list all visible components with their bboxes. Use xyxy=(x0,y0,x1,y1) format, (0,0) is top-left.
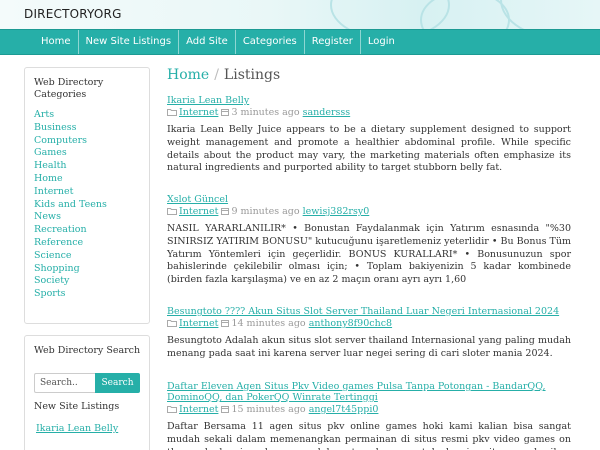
category-link-business[interactable]: Business xyxy=(34,122,149,135)
listing-title[interactable]: Xslot Güncel xyxy=(167,194,571,205)
listing-user[interactable]: lewisj382rsy0 xyxy=(303,206,370,217)
listing-category[interactable]: Internet xyxy=(179,206,218,217)
search-button[interactable]: Search xyxy=(95,373,140,393)
search-form: Search.. Search xyxy=(34,373,140,393)
listing-meta: Internet 14 minutes ago anthony8f90chc8 xyxy=(167,318,571,331)
folder-icon xyxy=(167,405,177,417)
search-title: Web Directory Search xyxy=(34,345,141,356)
listing-user[interactable]: angel7t45ppi0 xyxy=(309,404,379,415)
categories-title: Web Directory Categories xyxy=(34,77,104,100)
calendar-icon xyxy=(221,108,230,120)
nav-categories[interactable]: Categories xyxy=(236,30,305,54)
category-link-science[interactable]: Science xyxy=(34,250,149,263)
new-listings-title: New Site Listings xyxy=(34,401,120,412)
category-link-home[interactable]: Home xyxy=(34,173,149,186)
folder-icon xyxy=(167,207,177,219)
calendar-icon xyxy=(221,207,230,219)
listing-category[interactable]: Internet xyxy=(179,318,218,329)
listing-description: Besungtoto Adalah akun situs slot server… xyxy=(167,335,571,359)
calendar-icon xyxy=(221,405,230,417)
nav-add-site[interactable]: Add Site xyxy=(179,30,236,54)
category-link-sports[interactable]: Sports xyxy=(34,288,149,301)
search-panel: Web Directory Search Search.. Search New… xyxy=(24,335,150,450)
listing-user[interactable]: sandersss xyxy=(303,107,351,118)
category-link-society[interactable]: Society xyxy=(34,275,149,288)
breadcrumb-current: Listings xyxy=(223,67,281,83)
folder-icon xyxy=(167,319,177,331)
category-link-internet[interactable]: Internet xyxy=(34,186,149,199)
breadcrumb-separator: / xyxy=(214,67,219,83)
category-link-health[interactable]: Health xyxy=(34,160,149,173)
category-link-recreation[interactable]: Recreation xyxy=(34,224,149,237)
listing-meta: Internet 9 minutes ago lewisj382rsy0 xyxy=(167,206,571,219)
breadcrumb: Home / Listings xyxy=(167,66,571,84)
listing-description: NASIL YARARLANILIR* • Bonustan Faydalanm… xyxy=(167,223,571,286)
nav-home[interactable]: Home xyxy=(34,30,79,54)
folder-icon xyxy=(167,108,177,120)
listing-title[interactable]: Ikaria Lean Belly xyxy=(167,95,571,106)
listing-time: 3 minutes ago xyxy=(231,107,300,118)
listing-category[interactable]: Internet xyxy=(179,107,218,118)
listing-title[interactable]: Besungtoto ???? Akun Situs Slot Server T… xyxy=(167,306,571,317)
listing-time: 9 minutes ago xyxy=(231,206,300,217)
listing-category[interactable]: Internet xyxy=(179,404,218,415)
categories-panel: Web Directory Categories Arts Business C… xyxy=(24,67,150,324)
new-listing-link[interactable]: Ikaria Lean Belly xyxy=(36,423,118,434)
category-link-arts[interactable]: Arts xyxy=(34,109,149,122)
category-link-games[interactable]: Games xyxy=(34,147,149,160)
breadcrumb-home[interactable]: Home xyxy=(167,67,209,83)
category-link-news[interactable]: News xyxy=(34,211,149,224)
listing-time: 15 minutes ago xyxy=(231,404,306,415)
site-brand[interactable]: DIRECTORYORG xyxy=(24,7,122,21)
nav-new-site-listings[interactable]: New Site Listings xyxy=(79,30,180,54)
nav-register[interactable]: Register xyxy=(305,30,361,54)
listing-meta: Internet 3 minutes ago sandersss xyxy=(167,107,571,120)
main-navbar: Home New Site Listings Add Site Categori… xyxy=(0,29,600,55)
listing-time: 14 minutes ago xyxy=(231,318,306,329)
header-decoration xyxy=(500,0,600,29)
category-link-computers[interactable]: Computers xyxy=(34,135,149,148)
header-decoration xyxy=(420,0,510,29)
category-link-kids-and-teens[interactable]: Kids and Teens xyxy=(34,199,149,212)
category-list: Arts Business Computers Games Health Hom… xyxy=(34,109,149,301)
listing-description: Daftar Bersama 11 agen situs pkv online … xyxy=(167,421,571,450)
listing-item: Xslot Güncel Internet 9 minutes ago lewi… xyxy=(167,194,571,287)
category-link-reference[interactable]: Reference xyxy=(34,237,149,250)
listing-meta: Internet 15 minutes ago angel7t45ppi0 xyxy=(167,404,571,417)
listing-item: Ikaria Lean Belly Internet 3 minutes ago… xyxy=(167,95,571,175)
listing-title[interactable]: Daftar Eleven Agen Situs Pkv Video games… xyxy=(167,381,571,403)
nav-login[interactable]: Login xyxy=(361,30,402,54)
category-link-shopping[interactable]: Shopping xyxy=(34,263,149,276)
listing-item: Besungtoto ???? Akun Situs Slot Server T… xyxy=(167,306,571,361)
listing-item: Daftar Eleven Agen Situs Pkv Video games… xyxy=(167,381,571,450)
listing-user[interactable]: anthony8f90chc8 xyxy=(309,318,392,329)
calendar-icon xyxy=(221,319,230,331)
listing-description: Ikaria Lean Belly Juice appears to be a … xyxy=(167,124,571,174)
main-content: Home / Listings Ikaria Lean Belly Internet… xyxy=(167,66,571,450)
search-input[interactable]: Search.. xyxy=(34,373,95,393)
site-header: DIRECTORYORG xyxy=(0,0,600,29)
